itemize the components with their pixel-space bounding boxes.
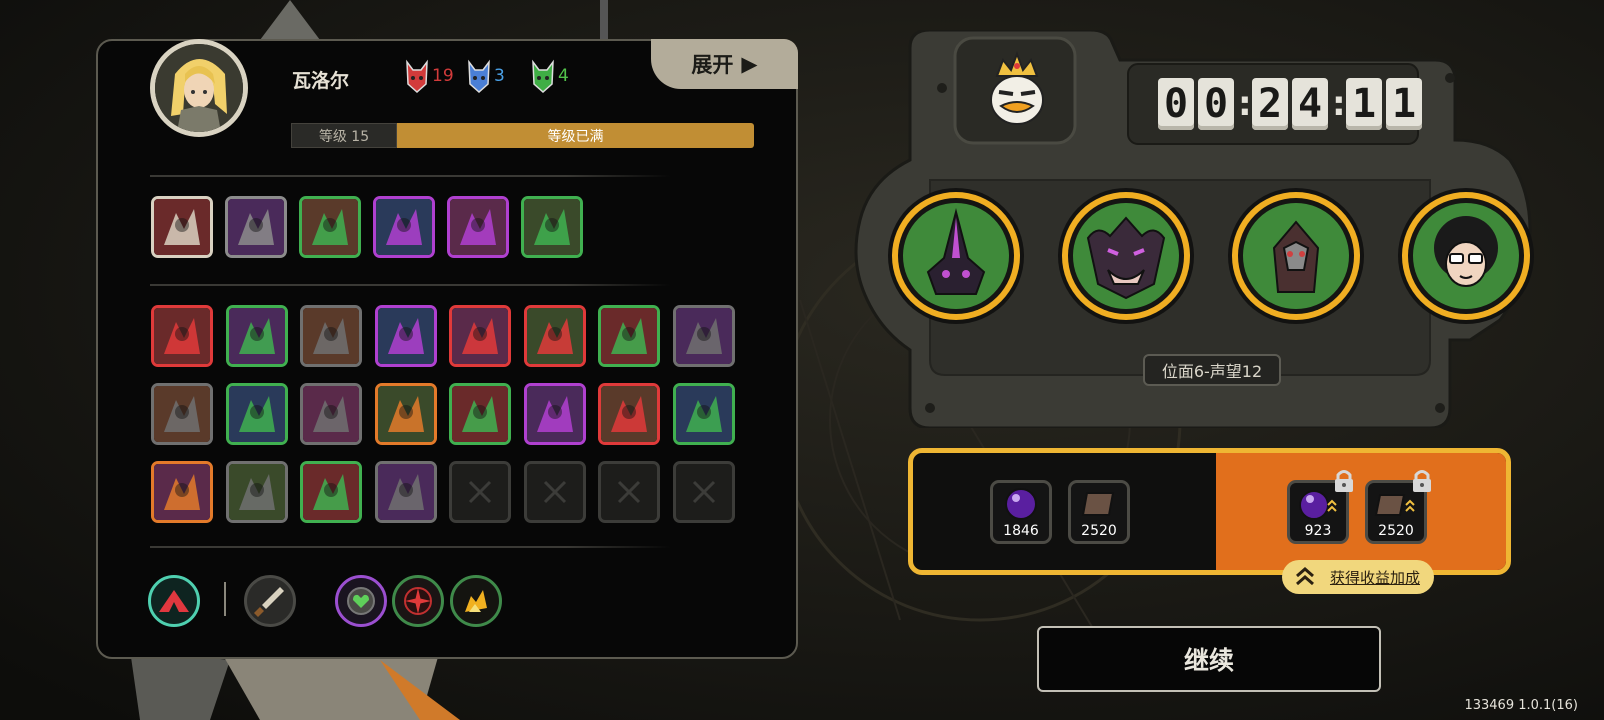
divider	[150, 284, 670, 286]
skill-hand-icon[interactable]	[225, 196, 287, 258]
enemy-portrait[interactable]	[1058, 188, 1194, 324]
resource-red: 19	[404, 58, 454, 94]
relic-claw-icon[interactable]	[151, 383, 213, 445]
timer-digit: 0	[1198, 78, 1234, 130]
skill-grab-icon[interactable]	[299, 196, 361, 258]
red-mask-icon	[406, 59, 428, 94]
relic-web-icon[interactable]	[225, 383, 288, 445]
relic-blades-icon[interactable]	[225, 305, 288, 367]
tent-icon[interactable]	[148, 575, 200, 627]
relic-spine-icon[interactable]	[300, 305, 362, 367]
relic-urchin-icon[interactable]	[300, 383, 362, 445]
lock-icon	[1332, 468, 1356, 494]
bonus-rewards-area	[1216, 453, 1506, 570]
purple-orb-icon	[1005, 488, 1037, 520]
relic-demon-icon[interactable]	[449, 305, 511, 367]
double-chevron-up-icon	[1296, 567, 1314, 586]
version-label: 133469 1.0.1(16)	[1464, 698, 1578, 713]
bonus-link-label: 获得收益加成	[1329, 568, 1420, 587]
relic-shrine-icon[interactable]	[672, 305, 735, 367]
expand-button[interactable]: 展开 ▶	[651, 39, 798, 89]
heart-gem-icon[interactable]	[335, 575, 387, 627]
green-mask-icon	[532, 59, 554, 94]
reward-item-orb[interactable]: 1846	[990, 480, 1052, 544]
relic-moon-icon[interactable]	[523, 305, 586, 367]
level-status: 等级已满	[547, 128, 604, 145]
relic-slash-icon[interactable]	[598, 383, 660, 445]
timer-digit: 0	[1158, 78, 1194, 130]
tile-icon	[1081, 492, 1115, 516]
divider	[150, 546, 670, 548]
lock-icon	[1410, 468, 1434, 494]
bonus-count: 923	[1304, 523, 1332, 539]
timer-digit: 4	[1292, 78, 1328, 130]
dagger-icon[interactable]	[244, 575, 296, 627]
reward-count: 2520	[1081, 523, 1117, 539]
enemy-portrait[interactable]	[1398, 188, 1534, 324]
separator	[224, 582, 226, 616]
empty-slot-icon[interactable]	[672, 461, 735, 523]
enemy-spike-icon	[892, 192, 1020, 320]
enemy-hooded-icon	[1232, 192, 1360, 320]
relic-crack-icon[interactable]	[225, 461, 288, 523]
empty-slot-icon[interactable]	[598, 461, 660, 523]
skill-fist-icon[interactable]	[373, 196, 435, 258]
resource-blue-value: 3	[494, 66, 505, 86]
timer-digit: 1	[1346, 78, 1382, 130]
expand-label: 展开	[691, 53, 734, 77]
enemy-demon-icon	[1062, 192, 1190, 320]
enemy-portrait[interactable]	[1228, 188, 1364, 324]
reward-count: 1846	[1003, 523, 1039, 539]
realm-label: 位面6-声望12	[1143, 354, 1281, 386]
hero-name: 瓦洛尔	[292, 70, 350, 92]
reward-item-tile[interactable]: 2520	[1068, 480, 1130, 544]
relic-crown-icon[interactable]	[374, 305, 437, 367]
timer-digit: 2	[1252, 78, 1288, 130]
skill-vortex-icon[interactable]	[447, 196, 509, 258]
resource-red-value: 19	[432, 66, 454, 86]
continue-button[interactable]: 继续	[1037, 626, 1381, 692]
empty-slot-icon[interactable]	[449, 461, 511, 523]
level-progress-bar: 等级已满	[397, 123, 754, 148]
red-compass-icon[interactable]	[392, 575, 444, 627]
skill-shade-icon[interactable]	[521, 196, 583, 258]
relic-crystal-icon[interactable]	[300, 461, 362, 523]
relic-hood-icon[interactable]	[449, 383, 511, 445]
relic-compass-icon[interactable]	[374, 383, 437, 445]
empty-slot-icon[interactable]	[523, 461, 586, 523]
timer: 0 0 : 2 4 : 1 1	[1158, 68, 1428, 140]
relic-flame-icon[interactable]	[374, 461, 437, 523]
enemy-glasses-icon	[1402, 192, 1530, 320]
timer-separator: :	[1332, 84, 1346, 124]
triangle-right-icon: ▶	[741, 52, 758, 76]
resource-green: 4	[530, 58, 569, 94]
resource-blue: 3	[466, 58, 505, 94]
burst-icon[interactable]	[450, 575, 502, 627]
divider	[150, 175, 670, 177]
timer-separator: :	[1238, 84, 1252, 124]
relic-eye-icon[interactable]	[523, 383, 586, 445]
relic-reaper-icon[interactable]	[672, 383, 735, 445]
bonus-link[interactable]: 获得收益加成	[1282, 560, 1434, 594]
enemy-portrait[interactable]	[888, 188, 1024, 324]
skill-cloak-icon[interactable]	[151, 196, 213, 258]
crown-duck-icon[interactable]	[967, 48, 1067, 140]
blue-mask-icon	[468, 59, 490, 94]
resource-green-value: 4	[558, 66, 569, 86]
relic-spear-icon[interactable]	[151, 305, 213, 367]
bonus-count: 2520	[1378, 523, 1414, 539]
timer-digit: 1	[1386, 78, 1422, 130]
level-label: 等级 15	[291, 123, 397, 148]
relic-spikes-icon[interactable]	[151, 461, 213, 523]
relic-wolf-icon[interactable]	[598, 305, 660, 367]
hero-avatar[interactable]	[150, 39, 248, 137]
